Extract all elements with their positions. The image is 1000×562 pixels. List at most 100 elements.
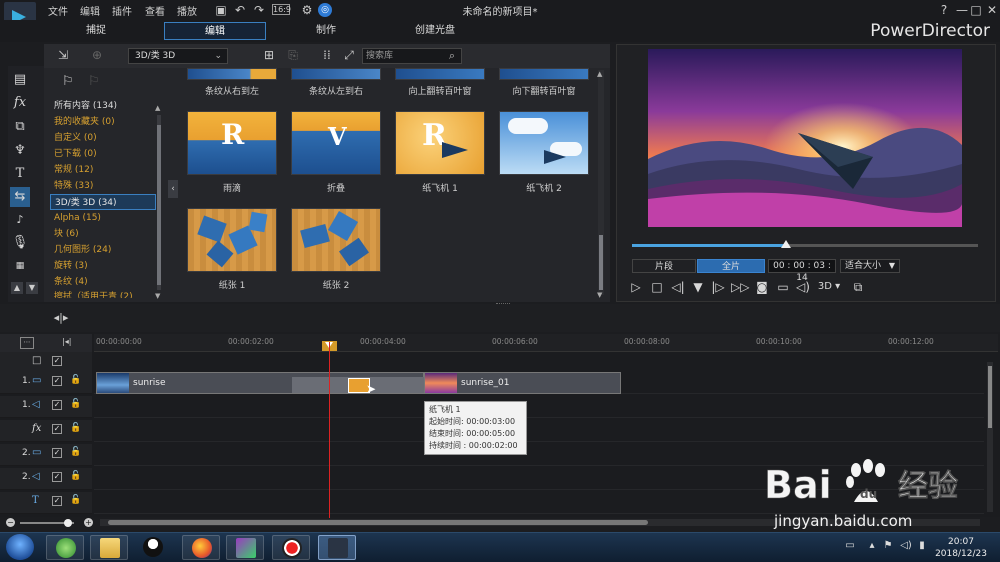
track-enable-checkbox[interactable]: ✓ bbox=[52, 400, 62, 410]
favorite-flag-icon[interactable]: ⚐ bbox=[62, 74, 74, 89]
add-to-timeline-icon[interactable]: ⊞ bbox=[262, 48, 276, 62]
playhead-line[interactable] bbox=[329, 342, 330, 518]
library-scroll-down-icon[interactable]: ▼ bbox=[597, 291, 602, 299]
scroll-up-arrow-icon[interactable]: ▲ bbox=[155, 104, 160, 112]
library-scroll-thumb[interactable] bbox=[599, 235, 603, 290]
scroll-up-icon[interactable]: ▲ bbox=[11, 282, 23, 294]
transition-thumb-paper-plane-2[interactable] bbox=[499, 111, 589, 175]
preview-screen[interactable] bbox=[648, 49, 962, 227]
taskbar-app-qq[interactable] bbox=[134, 535, 172, 560]
tab-edit[interactable]: 编辑 bbox=[164, 22, 266, 40]
save-icon[interactable]: ▣ bbox=[214, 3, 228, 17]
previous-frame-icon[interactable]: ◁| bbox=[670, 279, 686, 295]
menu-play[interactable]: 播放 bbox=[177, 3, 197, 18]
lock-icon[interactable]: 🔓 bbox=[70, 471, 81, 483]
category-wipe[interactable]: 擦拭（适用于青 (2) bbox=[50, 290, 156, 298]
zoom-slider[interactable]: − + bbox=[6, 518, 96, 528]
transition-thumb[interactable] bbox=[187, 68, 277, 80]
undock-icon[interactable]: ⧉ bbox=[850, 279, 866, 295]
category-special[interactable]: 特殊 (33) bbox=[50, 178, 156, 194]
maximize-button[interactable]: □ bbox=[968, 2, 984, 18]
fast-forward-icon[interactable]: ▷▷ bbox=[731, 279, 749, 295]
timecode-display[interactable]: 00 : 00 : 03 : 14 bbox=[768, 259, 836, 283]
show-hidden-icons[interactable]: ▴ bbox=[866, 540, 878, 552]
tab-create-disc[interactable]: 创建光盘 bbox=[400, 22, 470, 40]
import-icon[interactable]: ⇲ bbox=[56, 48, 70, 62]
track-enable-checkbox[interactable]: ✓ bbox=[52, 448, 62, 458]
category-general[interactable]: 常规 (12) bbox=[50, 162, 156, 178]
signal-tray-icon[interactable]: ▮ bbox=[916, 540, 928, 552]
system-clock[interactable]: 20:07 2018/12/23 bbox=[930, 536, 992, 560]
category-geometric[interactable]: 几何图形 (24) bbox=[50, 242, 156, 258]
transition-thumb[interactable] bbox=[499, 68, 589, 80]
menu-view[interactable]: 查看 bbox=[145, 3, 165, 18]
category-favorites[interactable]: 我的收藏夹 (0) bbox=[50, 114, 156, 130]
fit-size-select[interactable]: 适合大小 ▼ bbox=[840, 259, 900, 273]
expand-icon[interactable]: ⤢ bbox=[342, 48, 356, 62]
audio-track-1-row[interactable] bbox=[94, 394, 984, 418]
fit-timeline-icon[interactable]: ◂|▸ bbox=[52, 311, 70, 325]
lock-icon[interactable]: 🔓 bbox=[70, 495, 81, 507]
fx-track-row[interactable] bbox=[94, 418, 984, 442]
track-enable-checkbox[interactable]: ✓ bbox=[52, 472, 62, 482]
tab-capture[interactable]: 捕捉 bbox=[66, 22, 126, 40]
title-room-icon[interactable]: T bbox=[10, 164, 30, 184]
subtitle-room-icon[interactable]: ▦ bbox=[10, 256, 30, 276]
lock-icon[interactable]: 🔓 bbox=[70, 447, 81, 459]
taskbar-app-media[interactable] bbox=[226, 535, 264, 560]
audio-mix-room-icon[interactable]: ♪ bbox=[10, 210, 30, 230]
track-enable-checkbox[interactable]: ✓ bbox=[52, 356, 62, 366]
transition-thumb-rain[interactable]: R bbox=[187, 111, 277, 175]
lock-icon[interactable]: 🔓 bbox=[70, 399, 81, 411]
category-custom[interactable]: 自定义 (0) bbox=[50, 130, 156, 146]
taskbar-app-firefox[interactable] bbox=[182, 535, 220, 560]
transition-thumb[interactable] bbox=[291, 68, 381, 80]
keyboard-tray-icon[interactable]: ▭ bbox=[844, 540, 856, 552]
download-icon[interactable]: ⊕ bbox=[90, 48, 104, 62]
snapshot-icon[interactable]: ◙ bbox=[754, 279, 770, 295]
zoom-out-icon[interactable]: − bbox=[6, 518, 15, 527]
category-block[interactable]: 块 (6) bbox=[50, 226, 156, 242]
play-icon[interactable]: ▷ bbox=[628, 279, 644, 295]
grid-view-icon[interactable]: ⁞⁞ bbox=[320, 48, 334, 62]
network-tray-icon[interactable]: ⚑ bbox=[882, 540, 894, 552]
category-stripe[interactable]: 条纹 (4) bbox=[50, 274, 156, 290]
undo-icon[interactable]: ↶ bbox=[233, 3, 247, 17]
movie-mode-button[interactable]: 全片 bbox=[697, 259, 765, 273]
zoom-in-icon[interactable]: + bbox=[84, 518, 93, 527]
timeline-horizontal-thumb[interactable] bbox=[108, 520, 648, 525]
category-downloaded[interactable]: 已下载 (0) bbox=[50, 146, 156, 162]
stop-icon[interactable]: □ bbox=[649, 279, 665, 295]
menu-edit[interactable]: 编辑 bbox=[80, 3, 100, 18]
transition-thumb-paper-1[interactable] bbox=[187, 208, 277, 272]
library-scroll-up-icon[interactable]: ▲ bbox=[597, 70, 602, 78]
category-alpha[interactable]: Alpha (15) bbox=[50, 210, 156, 226]
lock-icon[interactable]: 🔓 bbox=[70, 423, 81, 435]
resize-handle[interactable] bbox=[496, 303, 510, 306]
track-enable-checkbox[interactable]: ✓ bbox=[52, 376, 62, 386]
taskbar-app-360[interactable] bbox=[46, 535, 84, 560]
transition-thumb-paper-plane-1[interactable]: R bbox=[395, 111, 485, 175]
redo-icon[interactable]: ↷ bbox=[252, 3, 266, 17]
notification-icon[interactable]: ◎ bbox=[318, 3, 332, 17]
transition-room-icon[interactable]: ⇆ bbox=[10, 187, 30, 207]
taskbar-app-explorer[interactable] bbox=[90, 535, 128, 560]
lock-icon[interactable]: 🔓 bbox=[70, 375, 81, 387]
transition-thumb-paper-2[interactable] bbox=[291, 208, 381, 272]
scroll-down-arrow-icon[interactable]: ▼ bbox=[155, 292, 160, 300]
effect-room-icon[interactable]: fx bbox=[10, 93, 30, 113]
taskbar-app-powerdirector[interactable] bbox=[318, 535, 356, 560]
close-button[interactable]: ✕ bbox=[984, 2, 1000, 18]
tab-produce[interactable]: 制作 bbox=[296, 22, 356, 40]
menu-file[interactable]: 文件 bbox=[48, 3, 68, 18]
zoom-knob[interactable] bbox=[64, 519, 72, 527]
taskbar-app-recorder[interactable] bbox=[272, 535, 310, 560]
split-icon[interactable]: ▼ bbox=[690, 279, 706, 295]
media-room-icon[interactable]: ▤ bbox=[10, 70, 30, 90]
help-button[interactable]: ? bbox=[936, 2, 952, 18]
3d-mode-icon[interactable]: 3D ▾ bbox=[816, 279, 842, 295]
video-clip-sunrise-01[interactable]: sunrise_01 bbox=[424, 372, 621, 394]
category-scroll-thumb[interactable] bbox=[157, 125, 161, 285]
voice-over-room-icon[interactable]: 🎙 bbox=[10, 233, 30, 253]
fit-range-icon[interactable]: |◂| bbox=[62, 337, 76, 349]
